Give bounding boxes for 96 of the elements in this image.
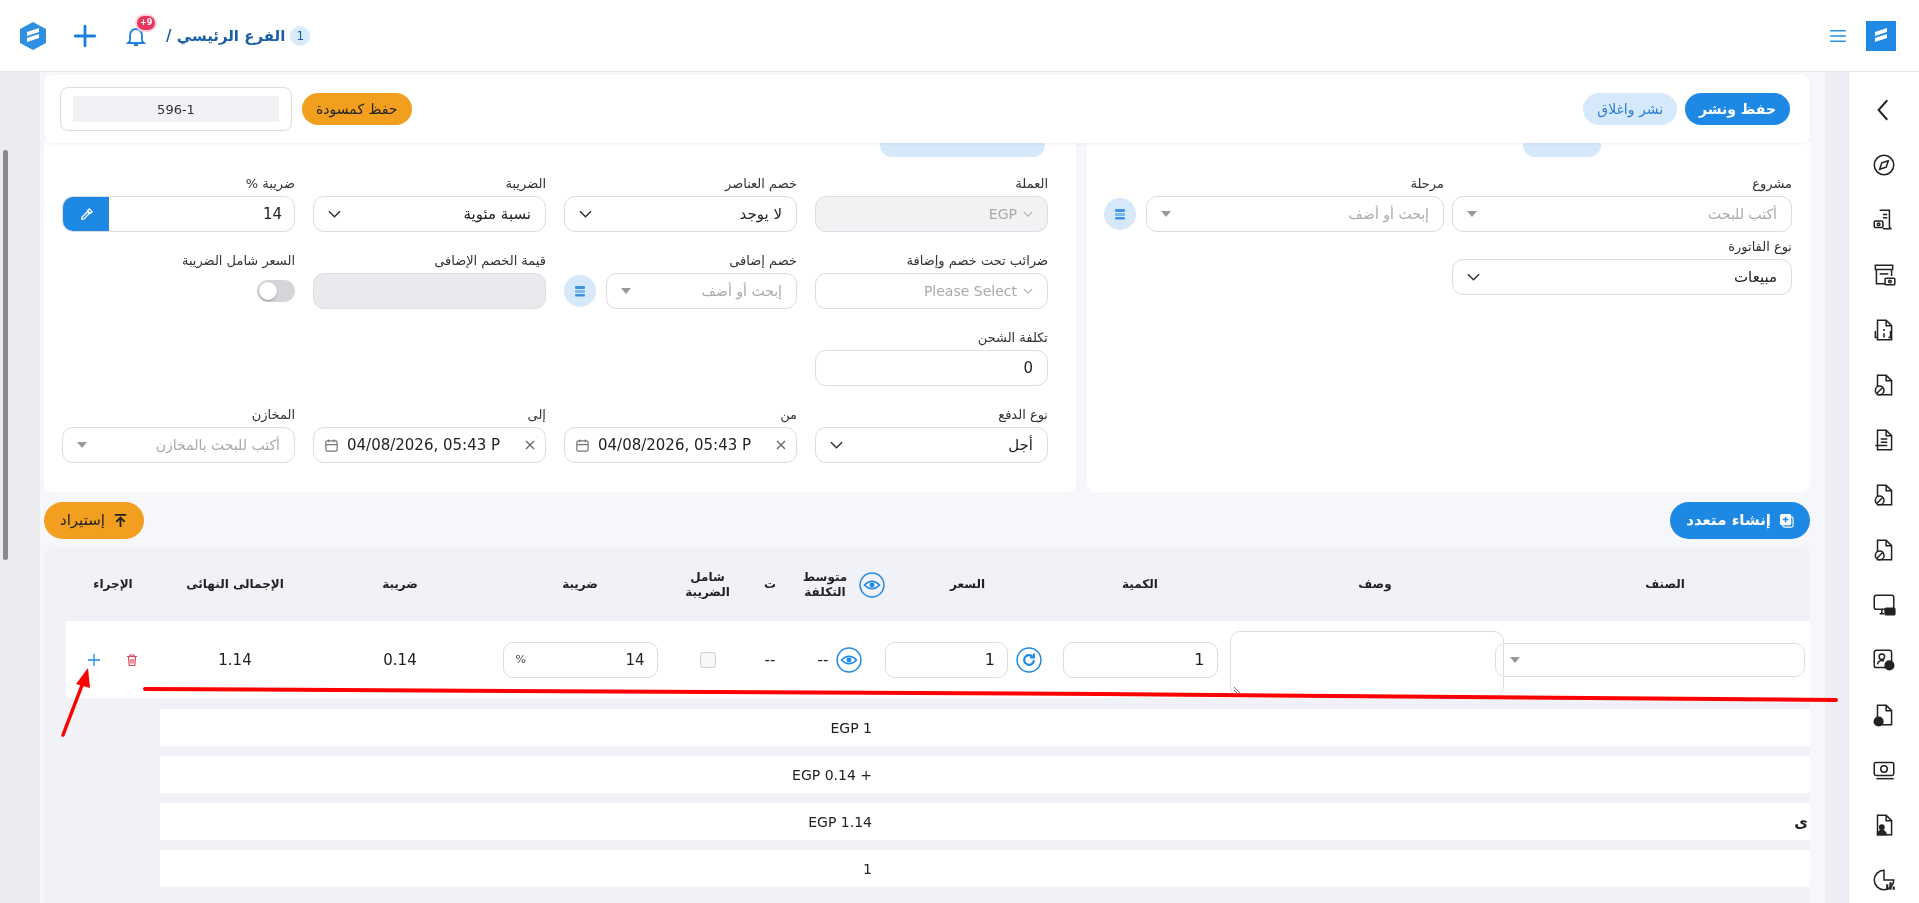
- select-field[interactable]: لا يوجد: [564, 196, 797, 232]
- document-number-field[interactable]: 596-1: [73, 96, 279, 122]
- field-label: نوع الفاتورة: [1727, 239, 1792, 254]
- column-header: السعر: [949, 577, 986, 592]
- select-field[interactable]: أجل: [815, 427, 1048, 463]
- chevron-down-icon: [1023, 210, 1033, 218]
- column-header: الإجمالى النهائى: [186, 577, 284, 592]
- monitor-icon[interactable]: [1871, 592, 1897, 618]
- checkbox[interactable]: [699, 651, 716, 668]
- field-label: السعر شامل الضريبة: [180, 253, 295, 268]
- branch-name[interactable]: الفرع الرئيسي /: [166, 26, 286, 45]
- notification-badge: +9: [135, 13, 158, 32]
- plus-icon[interactable]: [87, 652, 101, 667]
- field-label: خصم العناصر: [723, 176, 797, 191]
- refresh-icon[interactable]: [1016, 646, 1042, 673]
- quantity-field[interactable]: 1: [1062, 641, 1218, 678]
- field-label: مرحلة: [1409, 176, 1444, 191]
- table-cell: 0.14: [383, 650, 417, 669]
- field-label: قيمة الخصم الإضافى: [433, 253, 546, 268]
- caret-down-icon: [1161, 211, 1171, 217]
- branch-count: 1: [290, 25, 311, 46]
- logo-icon[interactable]: [1866, 20, 1896, 51]
- column-header: ضريبة: [382, 577, 418, 592]
- chevron-down-icon: [1467, 273, 1480, 281]
- summary-value: + EGP 0.14: [792, 766, 872, 783]
- plus-icon[interactable]: [72, 22, 98, 49]
- list-icon: [573, 284, 587, 298]
- list-button[interactable]: [564, 275, 596, 307]
- field-label: من: [779, 407, 797, 422]
- trash-icon[interactable]: [125, 652, 139, 667]
- pie-chart-icon[interactable]: [1871, 867, 1897, 893]
- menu-icon[interactable]: [1829, 28, 1847, 43]
- calendar-icon: [575, 437, 590, 453]
- chevron-down-icon: [579, 210, 592, 218]
- chevron-down-icon: [830, 441, 843, 449]
- field-label: العملة: [1014, 176, 1048, 191]
- column-header: متوسط التكلفة: [801, 569, 849, 600]
- field-label: الضريبة: [504, 176, 546, 191]
- field-label: ضرائب تحت خصم وإضافة: [905, 253, 1048, 268]
- caret-down-icon: [1467, 211, 1477, 217]
- id-card-icon[interactable]: [1871, 647, 1897, 673]
- field-label: تكلفة الشحن: [976, 330, 1048, 345]
- caret-down-icon: [77, 442, 87, 448]
- clear-icon[interactable]: [525, 440, 535, 450]
- field-label: نوع الدفع: [997, 407, 1048, 422]
- toggle-switch[interactable]: [257, 280, 295, 302]
- eye-icon[interactable]: [859, 571, 885, 598]
- save-publish-button[interactable]: حفظ ونشر: [1685, 93, 1790, 125]
- upload-icon: [112, 512, 128, 528]
- column-header: ت: [763, 577, 777, 592]
- column-header: شامل الضريبة: [684, 569, 731, 600]
- summary-value: EGP 1: [830, 719, 872, 736]
- caret-down-icon: [621, 288, 631, 294]
- tax-rate-field[interactable]: 14 %: [502, 641, 658, 678]
- table-cell: --: [764, 650, 776, 669]
- save-draft-button[interactable]: حفظ كمسودة: [302, 93, 412, 125]
- list-button[interactable]: [1104, 198, 1136, 230]
- field-label: خصم إضافى: [728, 253, 797, 268]
- tax-field[interactable]: 14: [62, 196, 295, 232]
- summary-label: ى: [1794, 812, 1808, 831]
- calendar-icon: [324, 437, 339, 453]
- field-label: ضريبة %: [244, 176, 295, 191]
- summary-value: EGP 1.14: [808, 813, 872, 830]
- annotation-arrow: [61, 668, 90, 737]
- price-field[interactable]: 1: [885, 641, 1008, 678]
- column-header: ضريبة: [562, 577, 598, 592]
- list-icon: [1113, 207, 1127, 221]
- average-cost: --: [817, 650, 829, 669]
- eyedropper-button[interactable]: [63, 197, 109, 231]
- select-field[interactable]: مبيعات: [1452, 259, 1792, 295]
- column-header: الإجراء: [93, 577, 133, 592]
- plus-square-icon: [1779, 512, 1794, 528]
- caret-down-icon: [1510, 656, 1520, 663]
- column-header: الصنف: [1645, 577, 1685, 592]
- date-field[interactable]: 04/08/2026, 05:43 P: [564, 427, 797, 463]
- table-cell: 1.14: [218, 650, 252, 669]
- import-button[interactable]: إستيراد: [44, 501, 144, 539]
- scrollbar[interactable]: [3, 150, 8, 560]
- field-label: المخازن: [250, 407, 295, 422]
- summary-value: 1: [863, 860, 872, 877]
- create-multiple-button[interactable]: إنشاء متعدد: [1670, 501, 1810, 539]
- compass-icon[interactable]: [1871, 152, 1897, 178]
- field-label: إلى: [526, 407, 546, 422]
- date-field[interactable]: 04/08/2026, 05:43 P: [313, 427, 546, 463]
- select-field[interactable]: نسبة مئوية: [313, 196, 546, 232]
- eyedropper-icon: [78, 206, 94, 222]
- field-label: مشروع: [1751, 176, 1792, 191]
- input-field[interactable]: 0: [815, 350, 1048, 386]
- column-header: الكمية: [1122, 577, 1158, 592]
- chevron-down-icon: [1023, 287, 1033, 295]
- resize-handle-icon[interactable]: [1233, 685, 1241, 694]
- column-header: وصف: [1358, 577, 1392, 592]
- eye-icon[interactable]: [836, 646, 863, 673]
- chevron-down-icon: [328, 210, 341, 218]
- clear-icon[interactable]: [776, 440, 786, 450]
- logo-icon[interactable]: [18, 20, 48, 51]
